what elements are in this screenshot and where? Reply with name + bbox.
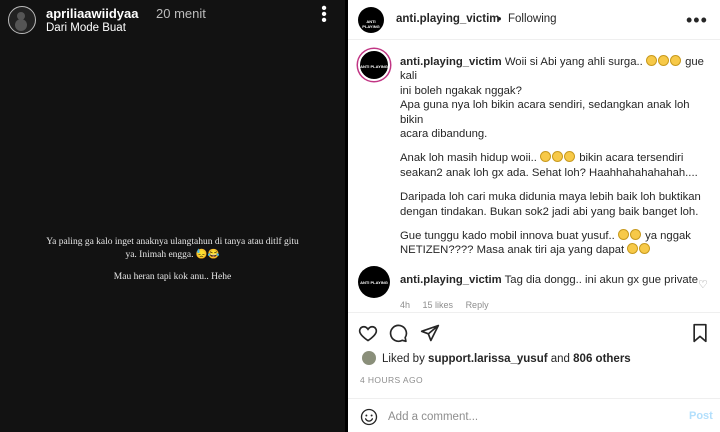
liker-avatar[interactable] — [362, 351, 376, 365]
post-header: ANTI PLAYING anti.playing_victim • Follo… — [348, 0, 720, 40]
likes-others[interactable]: 806 others — [573, 353, 631, 365]
more-options-icon[interactable]: ••• — [686, 10, 708, 31]
caption-line: Woii si Abi yang ahli surga.. — [504, 56, 643, 68]
post-actions — [348, 312, 720, 352]
caption-line: Anak loh masih hidup woii.. — [400, 152, 537, 165]
laughing-emoji-icon — [657, 55, 669, 66]
avatar-logo-text: ANTI PLAYING — [360, 63, 388, 69]
add-comment-bar: Post — [348, 398, 720, 432]
story-time: 20 menit — [156, 6, 206, 21]
post-author-avatar[interactable]: ANTI PLAYING — [358, 7, 384, 33]
caption-line: ya nggak — [645, 230, 691, 243]
reply-username[interactable]: anti.playing_victim — [400, 274, 502, 286]
story-panel: apriliaawiidyaa 20 menit Dari Mode Buat … — [0, 0, 345, 432]
caption-line: seakan2 anak loh gx ada. Sehat loh? Haah… — [400, 166, 698, 179]
caption-line: ini boleh ngakak nggak? — [400, 84, 522, 97]
caption-line: acara dibandung. — [400, 128, 488, 141]
share-icon[interactable] — [420, 323, 440, 343]
caption-text: anti.playing_victim Woii si Abi yang ahl… — [400, 55, 712, 258]
story-emoji: 😓😂 — [195, 250, 220, 260]
reply-button[interactable]: Reply — [466, 300, 489, 310]
story-text-line: Ya paling ga kalo inget anaknya ulangtah… — [46, 237, 299, 247]
comment-icon[interactable] — [388, 323, 408, 343]
laughing-emoji-icon — [617, 229, 629, 241]
laughing-emoji-icon — [540, 151, 552, 163]
smirk-emoji-icon — [627, 243, 639, 255]
caption-line: Gue tunggu kado mobil innova buat yusuf.… — [400, 230, 615, 243]
post-author-username[interactable]: anti.playing_victim — [396, 13, 500, 25]
laughing-emoji-icon — [629, 229, 641, 241]
reply-likes[interactable]: 15 likes — [423, 300, 454, 310]
reply-text: anti.playing_victim Tag dia dongg.. ini … — [400, 274, 712, 286]
likes-and: and — [550, 353, 570, 365]
story-header: apriliaawiidyaa 20 menit Dari Mode Buat … — [8, 1, 338, 36]
post-date[interactable]: 4 HOURS AGO — [360, 375, 423, 385]
caption-line: dengan tindakan. Bukan sok2 jadi abi yan… — [400, 205, 699, 218]
laughing-emoji-icon — [639, 243, 651, 255]
caption-author-avatar[interactable]: ANTI PLAYING — [358, 49, 390, 81]
caption-line: Apa guna nya loh bikin acara sendiri, se… — [400, 99, 690, 126]
avatar-logo-text: ANTI PLAYING — [360, 280, 388, 286]
caption-line: NETIZEN???? Masa anak tiri aja yang dapa… — [400, 244, 625, 257]
like-heart-icon[interactable] — [358, 323, 378, 343]
separator-dot: • — [497, 11, 502, 26]
more-options-icon[interactable]: ••• — [319, 1, 329, 29]
comment-like-heart-icon[interactable]: ♡ — [698, 278, 708, 291]
story-username[interactable]: apriliaawiidyaa — [46, 6, 139, 21]
likes-prefix: Liked by — [382, 353, 425, 365]
likes-summary: Liked by support.larissa_yusuf and 806 o… — [362, 351, 631, 365]
reply-meta: 4h 15 likes Reply — [400, 300, 499, 310]
laughing-emoji-icon — [669, 55, 681, 66]
story-avatar[interactable] — [8, 6, 36, 34]
post-panel: ANTI PLAYING anti.playing_victim • Follo… — [348, 0, 720, 432]
likes-user[interactable]: support.larissa_yusuf — [428, 353, 548, 365]
avatar-logo-text: ANTI PLAYING — [362, 18, 380, 29]
bookmark-icon[interactable] — [690, 323, 710, 343]
comment-input[interactable] — [388, 407, 678, 427]
following-button[interactable]: Following — [508, 13, 557, 25]
reply-author-avatar[interactable]: ANTI PLAYING — [358, 266, 390, 298]
emoji-smile-icon[interactable] — [360, 408, 378, 426]
story-text-line: ya. Inimah engga. — [125, 250, 194, 260]
story-text-line: Mau heran tapi kok anu.. Hehe — [113, 272, 232, 282]
reply-time: 4h — [400, 300, 411, 310]
laughing-emoji-icon — [564, 151, 576, 163]
laughing-emoji-icon — [645, 55, 657, 66]
post-comment-button[interactable]: Post — [689, 410, 713, 422]
laughing-emoji-icon — [552, 151, 564, 163]
reply-content: Tag dia dongg.. ini akun gx gue private — [504, 274, 699, 286]
story-subtitle: Dari Mode Buat — [46, 22, 126, 34]
caption-line: Daripada loh cari muka didunia maya lebi… — [400, 191, 701, 204]
caption-line: bikin acara tersendiri — [579, 152, 684, 165]
caption-username[interactable]: anti.playing_victim — [400, 56, 502, 68]
story-text: Ya paling ga kalo inget anaknya ulangtah… — [10, 236, 335, 262]
